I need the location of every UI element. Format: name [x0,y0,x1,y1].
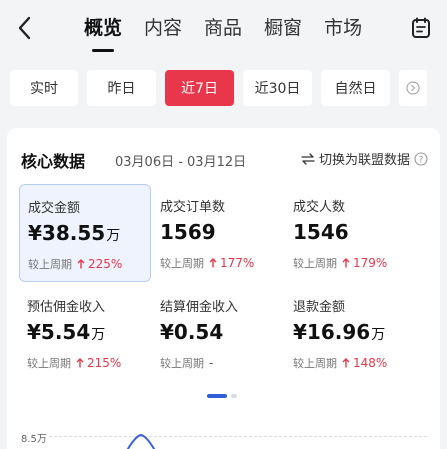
metric-label: 成交订单数 [160,200,226,215]
chip-natural-day[interactable]: 自然日 [321,70,390,106]
metric-estimated-commission[interactable]: 预估佣金收入 ¥5.54万 较上周期 215% [19,284,151,382]
chevron-left-icon [18,16,31,40]
metric-value: ¥0.54 [160,320,224,344]
tab-content[interactable]: 内容 [144,14,182,42]
card-title: 核心数据 [21,152,86,171]
help-icon[interactable]: ? [414,151,428,166]
chip-yesterday[interactable]: 昨日 [87,70,156,106]
more-icon [406,81,420,95]
metric-refund-amount[interactable]: 退款金额 ¥16.96万 较上周期 148% [285,284,417,382]
metric-value: 1569 [160,220,216,244]
metric-orders[interactable]: 成交订单数 1569 较上周期 177% [152,184,284,282]
tab-products[interactable]: 商品 [204,14,242,42]
page-dot [231,394,237,398]
tab-market[interactable]: 市场 [324,14,362,42]
back-button[interactable] [12,14,36,42]
arrow-up-icon [209,258,217,268]
more-dates-button[interactable] [399,70,427,106]
arrow-up-icon [342,358,350,368]
top-nav: 概览 内容 商品 橱窗 市场 [0,0,447,60]
chip-realtime[interactable]: 实时 [10,70,78,106]
date-range-chips: 实时 昨日 近7日 近30日 自然日 [10,70,427,106]
tab-bar: 概览 内容 商品 橱窗 市场 [84,14,384,42]
chip-last-7-days[interactable]: 近7日 [165,70,234,106]
metric-settled-commission[interactable]: 结算佣金收入 ¥0.54 较上周期 - [152,284,284,382]
chart-y-tick: 8.5万 [21,434,47,445]
switch-to-alliance-data[interactable]: 切换为联盟数据 ? [301,149,428,168]
metric-compare: 较上周期 148% [293,356,388,370]
metric-value: ¥16.96万 [293,320,386,344]
date-range-label: 03月06日 - 03月12日 [115,155,247,170]
metric-buyers[interactable]: 成交人数 1546 较上周期 179% [285,184,417,282]
metric-value: 1546 [293,220,349,244]
metric-compare: 较上周期 225% [28,257,123,271]
metric-value: ¥38.55万 [28,221,121,245]
swap-icon [301,152,315,165]
notepad-icon [412,17,430,38]
tab-showcase[interactable]: 橱窗 [264,14,302,42]
metric-gmv[interactable]: 成交金额 ¥38.55万 较上周期 225% [19,184,151,282]
metric-compare: 较上周期 215% [27,356,122,370]
metric-label: 成交金额 [28,201,81,216]
metric-label: 预估佣金收入 [27,300,106,315]
switch-label: 切换为联盟数据 [318,153,410,168]
notepad-button[interactable] [411,17,433,41]
metric-label: 成交人数 [293,200,346,215]
metric-label: 退款金额 [293,300,346,315]
svg-text:?: ? [419,155,424,165]
page-dot-active [207,394,227,398]
chip-last-30-days[interactable]: 近30日 [243,70,312,106]
chart-grid-line [49,436,427,437]
metric-label: 结算佣金收入 [160,300,239,315]
page-indicator[interactable] [207,394,241,398]
arrow-up-icon [342,258,350,268]
metric-compare: 较上周期 - [160,356,214,370]
metric-compare: 较上周期 177% [160,256,255,270]
arrow-up-icon [76,358,84,368]
metric-value: ¥5.54万 [27,320,106,344]
chart-line-peek [126,434,156,449]
tab-overview[interactable]: 概览 [84,14,122,42]
metric-compare: 较上周期 179% [293,256,388,270]
arrow-up-icon [77,259,85,269]
core-data-card: 核心数据 03月06日 - 03月12日 切换为联盟数据 ? 成交金额 ¥38.… [7,128,440,449]
